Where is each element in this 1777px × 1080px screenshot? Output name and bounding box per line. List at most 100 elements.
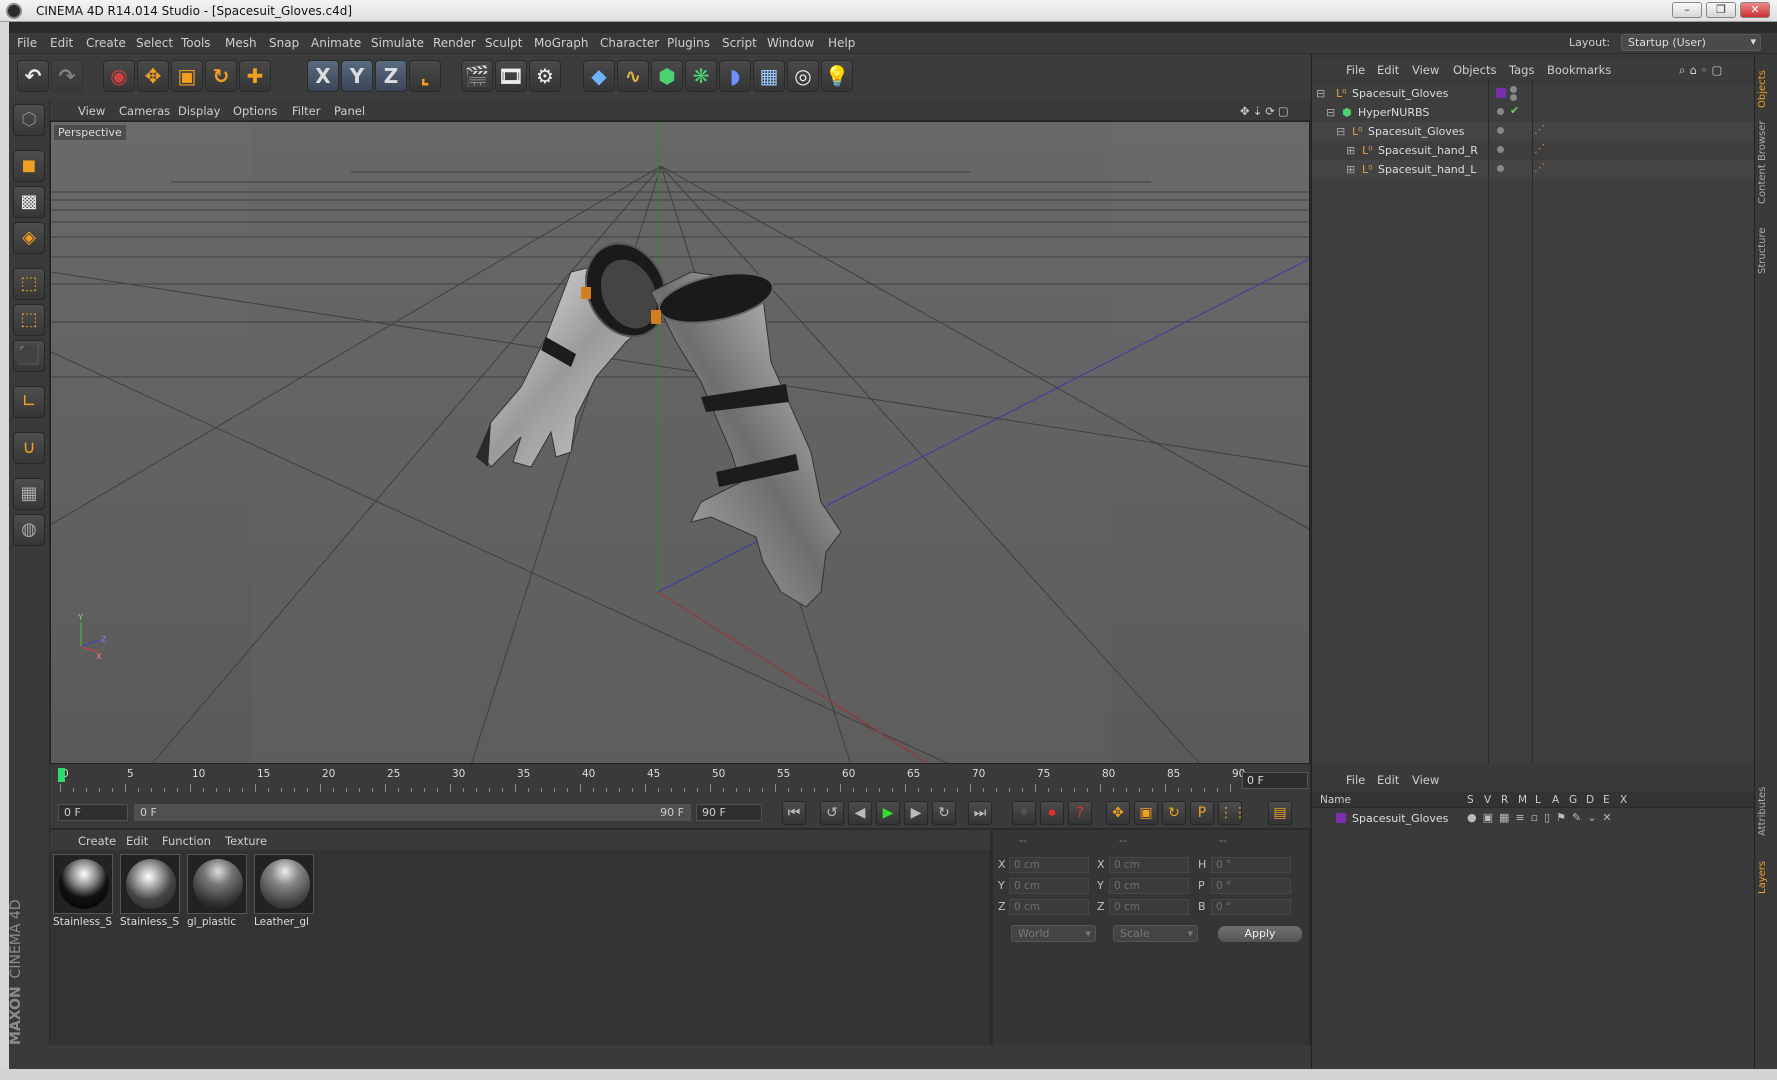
key-pla-icon[interactable]: ⋮⋮ bbox=[1218, 801, 1247, 825]
enabled-check-icon[interactable]: ✔ bbox=[1510, 104, 1519, 117]
move-icon[interactable]: ✥ bbox=[137, 60, 169, 92]
x-axis-lock-button[interactable]: X bbox=[307, 60, 339, 92]
close-button[interactable]: ✕ bbox=[1740, 2, 1770, 18]
visibility-editor-dot[interactable] bbox=[1497, 165, 1504, 172]
workplane-lock-icon[interactable]: ▦ bbox=[13, 478, 45, 510]
keyframe-selection-icon[interactable]: ? bbox=[1068, 801, 1092, 825]
coord-rot-b-field[interactable]: 0 ° bbox=[1211, 899, 1291, 915]
material-menu-create[interactable]: Create bbox=[78, 834, 116, 848]
material-menu-function[interactable]: Function bbox=[162, 834, 211, 848]
visibility-render-dot[interactable] bbox=[1510, 94, 1517, 101]
coord-pos-z-field[interactable]: 0 cm bbox=[1009, 899, 1089, 915]
timeline-ticks[interactable]: 0 5 10 15 20 25 30 35 40 45 50 55 60 65 70 75 80 85 90 bbox=[58, 768, 1245, 794]
coord-size-mode-dropdown[interactable]: Scale ▾ bbox=[1113, 925, 1198, 942]
menu-tools[interactable]: Tools bbox=[181, 36, 211, 50]
menu-simulate[interactable]: Simulate bbox=[371, 36, 424, 50]
tab-content-browser[interactable]: Content Browser bbox=[1757, 114, 1775, 204]
coord-size-x-field[interactable]: 0 cm bbox=[1109, 857, 1189, 873]
render-picture-viewer-icon[interactable]: 🎞 bbox=[495, 60, 527, 92]
material-swatch[interactable]: gl_plastic bbox=[187, 854, 249, 934]
nurbs-icon[interactable]: ⬢ bbox=[651, 60, 683, 92]
apply-button[interactable]: Apply bbox=[1217, 925, 1303, 943]
soft-selection-icon[interactable]: ◍ bbox=[13, 514, 45, 546]
coord-space-dropdown[interactable]: World ▾ bbox=[1011, 925, 1096, 942]
restore-button[interactable]: ❐ bbox=[1706, 2, 1736, 18]
visibility-editor-dot[interactable] bbox=[1497, 146, 1504, 153]
menu-plugins[interactable]: Plugins bbox=[667, 36, 710, 50]
perspective-viewport[interactable]: Y Z X Perspective bbox=[50, 121, 1310, 764]
scale-icon[interactable]: ▣ bbox=[171, 60, 203, 92]
texture-mode-icon[interactable]: ▩ bbox=[13, 186, 45, 218]
viewport-menu-panel[interactable]: Panel bbox=[334, 104, 365, 118]
redo-icon[interactable]: ↷ bbox=[51, 60, 83, 92]
menu-mograph[interactable]: MoGraph bbox=[534, 36, 589, 50]
key-scale-icon[interactable]: ▣ bbox=[1134, 801, 1158, 825]
objects-menu-edit[interactable]: Edit bbox=[1377, 63, 1399, 77]
viewport-menu-display[interactable]: Display bbox=[178, 104, 220, 118]
menu-create[interactable]: Create bbox=[86, 36, 126, 50]
live-selection-icon[interactable]: ◉ bbox=[103, 60, 135, 92]
menu-mesh[interactable]: Mesh bbox=[225, 36, 257, 50]
playhead-marker[interactable] bbox=[58, 768, 65, 782]
viewport-menu-options[interactable]: Options bbox=[233, 104, 277, 118]
end-frame-field[interactable]: 90 F bbox=[696, 804, 762, 821]
object-row[interactable]: ⊟ L⁰ Spacesuit_Gloves bbox=[1312, 84, 1755, 103]
material-swatch[interactable]: Leather_gl bbox=[254, 854, 316, 934]
expand-icon[interactable]: ⊟ bbox=[1336, 125, 1345, 138]
layers-menu-view[interactable]: View bbox=[1412, 773, 1439, 787]
polygons-mode-icon[interactable]: ⬛ bbox=[13, 340, 45, 372]
viewport-menu-view[interactable]: View bbox=[78, 104, 105, 118]
material-swatch[interactable]: Stainless_S bbox=[120, 854, 182, 934]
axis-mode-icon[interactable]: ∟ bbox=[13, 386, 45, 418]
expand-icon[interactable]: ⊞ bbox=[1346, 163, 1355, 176]
objects-menu-objects[interactable]: Objects bbox=[1453, 63, 1496, 77]
y-axis-lock-button[interactable]: Y bbox=[341, 60, 373, 92]
objects-menu-view[interactable]: View bbox=[1412, 63, 1439, 77]
go-to-end-icon[interactable]: ⏭ bbox=[968, 801, 992, 825]
search-icon[interactable]: ⌕⌂◦▢ bbox=[1679, 63, 1726, 78]
mograph-cloner-icon[interactable]: ❋ bbox=[685, 60, 717, 92]
play-icon[interactable]: ▶ bbox=[876, 801, 900, 825]
render-view-icon[interactable]: 🎬 bbox=[461, 60, 493, 92]
edges-mode-icon[interactable]: ⬚ bbox=[13, 304, 45, 336]
phong-tag-icon[interactable]: ⋰ bbox=[1534, 123, 1545, 136]
key-position-icon[interactable]: ✥ bbox=[1106, 801, 1130, 825]
points-mode-icon[interactable]: ⬚ bbox=[13, 268, 45, 300]
layers-menu-file[interactable]: File bbox=[1346, 773, 1365, 787]
create-object-icon[interactable]: ✚ bbox=[239, 60, 271, 92]
object-row[interactable]: ⊞ L⁰ Spacesuit_hand_L ⋰ bbox=[1312, 160, 1755, 179]
menu-window[interactable]: Window bbox=[767, 36, 814, 50]
viewport-menu-filter[interactable]: Filter bbox=[292, 104, 320, 118]
coord-pos-x-field[interactable]: 0 cm bbox=[1009, 857, 1089, 873]
coord-size-y-field[interactable]: 0 cm bbox=[1109, 878, 1189, 894]
expand-icon[interactable]: ⊟ bbox=[1316, 87, 1325, 100]
coord-rot-p-field[interactable]: 0 ° bbox=[1211, 878, 1291, 894]
minimize-button[interactable]: – bbox=[1672, 2, 1702, 18]
material-menu-texture[interactable]: Texture bbox=[225, 834, 267, 848]
coord-size-z-field[interactable]: 0 cm bbox=[1109, 899, 1189, 915]
coord-rot-h-field[interactable]: 0 ° bbox=[1211, 857, 1291, 873]
tab-objects[interactable]: Objects bbox=[1757, 58, 1775, 108]
menu-animate[interactable]: Animate bbox=[311, 36, 361, 50]
current-frame-field[interactable]: 0 F bbox=[1242, 772, 1308, 789]
material-swatch[interactable]: Stainless_S bbox=[53, 854, 115, 934]
menu-file[interactable]: File bbox=[17, 36, 37, 50]
objects-menu-bookmarks[interactable]: Bookmarks bbox=[1547, 63, 1611, 77]
timeline-ruler[interactable]: 0 5 10 15 20 25 30 35 40 45 50 55 60 65 70 75 80 85 90 0 F bbox=[50, 764, 1310, 798]
deformer-icon[interactable]: ◗ bbox=[719, 60, 751, 92]
material-menu-edit[interactable]: Edit bbox=[126, 834, 148, 848]
visibility-editor-dot[interactable] bbox=[1497, 127, 1504, 134]
model-mode-icon[interactable]: ◼ bbox=[13, 150, 45, 182]
coord-pos-y-field[interactable]: 0 cm bbox=[1009, 878, 1089, 894]
menu-edit[interactable]: Edit bbox=[50, 36, 73, 50]
menu-character[interactable]: Character bbox=[600, 36, 659, 50]
layers-menu-edit[interactable]: Edit bbox=[1377, 773, 1399, 787]
rotate-icon[interactable]: ↻ bbox=[205, 60, 237, 92]
previous-key-icon[interactable]: ↺ bbox=[820, 801, 844, 825]
timeline-window-icon[interactable]: ▤ bbox=[1268, 801, 1292, 825]
render-settings-icon[interactable]: ⚙ bbox=[529, 60, 561, 92]
visibility-editor-dot[interactable] bbox=[1497, 108, 1504, 115]
layer-row[interactable]: Spacesuit_Gloves ●▣▦≡▫▯⚑✎⌄✕ bbox=[1312, 810, 1755, 828]
phong-tag-icon[interactable]: ⋰ bbox=[1534, 142, 1545, 155]
world-coordinates-icon[interactable]: ⌞ bbox=[409, 60, 441, 92]
